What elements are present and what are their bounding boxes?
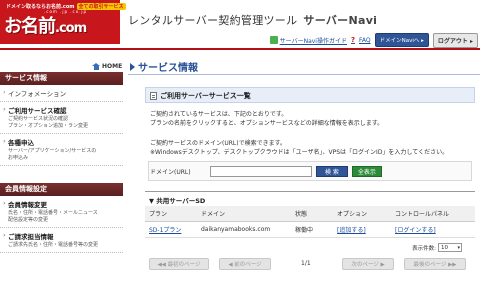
col-control-panel: コントロールパネル [391, 206, 475, 222]
sidebar-item-member-info[interactable]: 会員情報変更 氏名・住所・電話番号・メールニュース 配信設定等の変更 [0, 196, 123, 228]
domain-search-input[interactable] [210, 165, 312, 177]
home-link[interactable]: HOME [92, 63, 122, 70]
guide-link[interactable]: サーバーNavi操作ガイド [269, 36, 347, 45]
sidebar-item-label: ご請求担当情報 [8, 231, 118, 241]
page-title: サービス情報 [130, 59, 198, 74]
last-page-button[interactable]: 最後のページ ▶▶ [404, 258, 466, 270]
logo-wordmark: お名前.com [4, 16, 87, 37]
cell-plan: SD-1プラン [145, 221, 197, 238]
sidebar-item-sub: サーバー/アプリケーション/サービスの お申込み [8, 148, 97, 161]
faq-link[interactable]: ? FAQ [350, 36, 371, 44]
sidebar-item-service-check[interactable]: ご利用サービス確認 ご契約サービス状況の確認 プラン・オプション追加・ラン変更 [0, 102, 123, 134]
first-page-button[interactable]: ◀◀ 最初のページ [149, 258, 209, 270]
sidebar-item-label: ご利用サービス確認 [8, 105, 118, 115]
header: ドメイン取るならお名前.com 全ての取引サービス .com .jp .co.jp… [0, 0, 480, 56]
sidebar-section-service: サービス情報 [0, 72, 123, 85]
sidebar-item-label: 各種申込 [8, 137, 118, 147]
search-row: ドメイン(URL) 検 索 全表示 [150, 165, 382, 177]
panel-title: ご利用サーバーサービス一覧 [150, 91, 251, 101]
description-line: ご契約サービスのドメイン(URL)で検索できます。 [150, 140, 286, 147]
login-control-panel-link[interactable]: [ログインする] [395, 227, 436, 234]
next-page-button[interactable]: 次のページ ▶ [342, 258, 394, 270]
sidebar: サービス情報 インフォメーション ご利用サービス確認 ご契約サービス状況の確認 … [0, 72, 123, 283]
description-line: ご契約されているサービスは、下記のとおりです。 [150, 111, 288, 118]
question-icon: ? [350, 36, 357, 44]
cell-domain: daikanyamabooks.com [197, 221, 291, 238]
sidebar-item-billing-contact[interactable]: ご請求担当情報 ご請求先氏名・住所・電話番号等の変更 [0, 228, 123, 253]
title-rule [128, 74, 480, 75]
sidebar-item-applications[interactable]: 各種申込 サーバー/アプリケーション/サービスの お申込み [0, 134, 123, 166]
sidebar-section-member: 会員情報設定 [0, 183, 123, 196]
col-plan: プラン [145, 206, 197, 222]
service-list-panel: ご利用サーバーサービス一覧 [145, 87, 475, 103]
description-line: ※Windowsデスクトップ、デスクトップクラウドは「ユーザ名」、VPSは「ログ… [150, 149, 449, 156]
add-option-link[interactable]: [追加する] [337, 227, 366, 234]
section-shared-server-sd[interactable]: ▼ 共用サーバーSD [145, 191, 475, 205]
arrow-icon [130, 62, 135, 71]
top-links: サーバーNavi操作ガイド ? FAQ ドメインNaviへ ▸ ログアウト ▸ [269, 32, 478, 48]
show-all-button[interactable]: 全表示 [351, 165, 382, 177]
col-domain: ドメイン [197, 206, 291, 222]
service-table: プラン ドメイン 状態 オプション コントロールパネル SD-1プラン daik… [145, 206, 475, 238]
table-header-row: プラン ドメイン 状態 オプション コントロールパネル [145, 206, 475, 222]
page-count: 1/1 [301, 260, 311, 267]
sidebar-item-sub: 氏名・住所・電話番号・メールニュース 配信設定等の変更 [8, 210, 98, 223]
logout-button[interactable]: ログアウト ▸ [432, 32, 478, 48]
plan-link[interactable]: SD-1プラン [149, 227, 181, 234]
guide-icon [269, 36, 278, 44]
search-button[interactable]: 検 索 [316, 165, 348, 177]
sidebar-item-sub: ご請求先氏名・住所・電話番号等の変更 [8, 242, 99, 248]
sidebar-item-label: 会員情報変更 [8, 199, 118, 209]
sidebar-item-information[interactable]: インフォメーション [0, 85, 123, 102]
cell-status: 稼働中 [291, 221, 333, 238]
header-rule [0, 48, 480, 50]
per-page-select[interactable]: 10 [438, 243, 462, 252]
table-row: SD-1プラン daikanyamabooks.com 稼働中 [追加する] [… [145, 221, 475, 238]
app-title: レンタルサーバー契約管理ツール サーバーNavi [128, 14, 378, 27]
prev-page-button[interactable]: ◀ 前のページ [219, 258, 271, 270]
cell-option: [追加する] [333, 221, 391, 238]
per-page: 表示件数: 10 [412, 243, 462, 252]
sidebar-item-label: インフォメーション [8, 88, 118, 98]
col-option: オプション [333, 206, 391, 222]
sidebar-item-sub: ご契約サービス状況の確認 プラン・オプション追加・ラン変更 [8, 116, 89, 129]
description-line: プランの名前をクリックすると、オプションサービスなどの詳細な情報を表示します。 [150, 120, 384, 127]
document-icon [150, 92, 157, 100]
home-icon [92, 63, 100, 70]
cell-control-panel: [ログインする] [391, 221, 475, 238]
search-label: ドメイン(URL) [150, 168, 191, 176]
onamae-logo[interactable]: ドメイン取るならお名前.com 全ての取引サービス .com .jp .co.jp… [0, 0, 126, 44]
col-status: 状態 [291, 206, 333, 222]
per-page-label: 表示件数: [412, 245, 436, 252]
domain-navi-button[interactable]: ドメインNaviへ ▸ [374, 33, 429, 47]
